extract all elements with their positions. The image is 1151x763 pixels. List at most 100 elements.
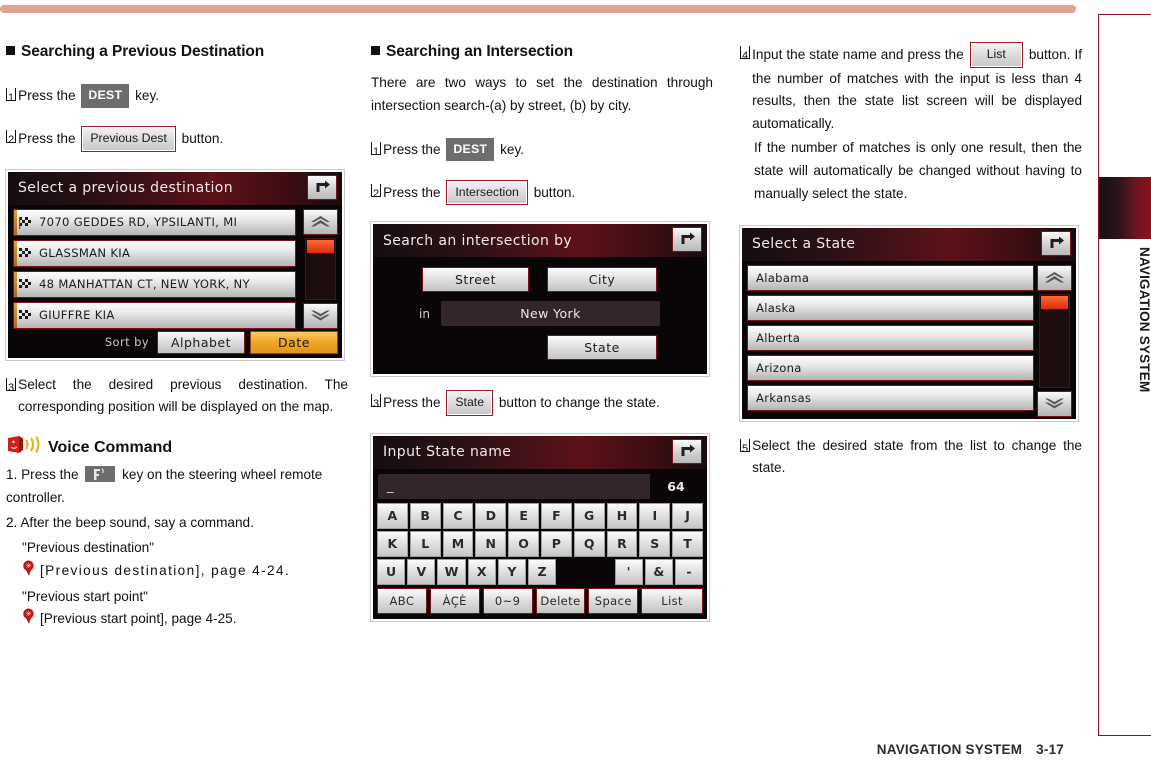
key-k[interactable]: K [377, 530, 408, 557]
key-space[interactable]: Space [588, 587, 639, 614]
voice-command-header: Voice Command [6, 435, 348, 460]
intersection-button-chip[interactable]: Intersection [446, 179, 528, 206]
list-item[interactable]: Arkansas [747, 384, 1034, 411]
screen-body: Street City in New York State [373, 257, 707, 375]
key-m[interactable]: M [442, 530, 474, 557]
key-f[interactable]: F [540, 502, 572, 529]
list-item[interactable]: Alaska [747, 294, 1034, 321]
key-g[interactable]: G [573, 502, 605, 529]
step-text-pre: Press the [18, 130, 76, 146]
state-button-chip[interactable]: State [446, 390, 494, 416]
key-delete[interactable]: Delete [535, 587, 586, 614]
back-arrow-icon[interactable] [1041, 230, 1071, 256]
voice-step-2: 2. After the beep sound, say a command. [6, 514, 254, 530]
scroll-thumb[interactable] [307, 239, 334, 253]
list-scrollbar[interactable] [303, 208, 338, 329]
scroll-thumb[interactable] [1041, 295, 1068, 309]
screen-header: Select a previous destination [8, 171, 342, 205]
key-d[interactable]: D [475, 502, 507, 529]
key-n[interactable]: N [475, 530, 507, 557]
list-item[interactable]: GLASSMAN KIA [13, 239, 296, 267]
key-accent-mode[interactable]: ÀÇÈ [429, 587, 480, 614]
key-y[interactable]: Y [497, 558, 526, 585]
step-number: 1 [371, 141, 382, 158]
key-j[interactable]: J [672, 502, 703, 529]
dest-key-chip[interactable]: DEST [81, 84, 130, 108]
select-state-screen: Select a State Alabama Alaska Alberta Ar… [740, 225, 1078, 421]
key-u[interactable]: U [377, 558, 406, 585]
sort-date-button[interactable]: Date [250, 330, 338, 354]
key-ampersand[interactable]: & [644, 558, 673, 585]
scroll-up-button[interactable] [303, 208, 338, 235]
key-l[interactable]: L [409, 530, 441, 557]
key-c[interactable]: C [442, 502, 474, 529]
key-apostrophe[interactable]: ' [614, 558, 643, 585]
steering-wheel-voice-key-icon[interactable] [85, 466, 116, 483]
step-1-press-dest: 1 Press the DEST key. [371, 137, 713, 162]
key-p[interactable]: P [540, 530, 572, 557]
key-o[interactable]: O [508, 530, 539, 557]
step-text-pre: Input the state name and press the [752, 47, 964, 62]
search-by-street-button[interactable]: Street [422, 267, 529, 293]
key-e[interactable]: E [508, 502, 539, 529]
screen-body: Alabama Alaska Alberta Arizona Arkansas [742, 260, 1076, 419]
list-item-label: Alabama [756, 270, 810, 285]
sort-alphabet-button[interactable]: Alphabet [157, 330, 245, 354]
key-q[interactable]: Q [573, 530, 605, 557]
chevron-down-icon [311, 310, 330, 321]
key-list[interactable]: List [641, 587, 704, 614]
voice-reference-1-text: [Previous destination], page 4-24. [40, 562, 291, 578]
key-v[interactable]: V [407, 558, 436, 585]
scroll-up-button[interactable] [1037, 264, 1072, 291]
key-t[interactable]: T [672, 530, 703, 557]
key-x[interactable]: X [467, 558, 496, 585]
list-item[interactable]: GIUFFRE KIA [13, 301, 296, 329]
bullet-square-icon [6, 46, 15, 55]
list-scrollbar[interactable] [1037, 264, 1072, 417]
key-z[interactable]: Z [527, 558, 557, 585]
key-r[interactable]: R [606, 530, 638, 557]
scroll-track[interactable] [1039, 293, 1070, 388]
key-w[interactable]: W [437, 558, 466, 585]
key-s[interactable]: S [639, 530, 671, 557]
state-name-input[interactable]: _ 64 [378, 473, 702, 499]
list-item[interactable]: Arizona [747, 354, 1034, 381]
list-item-label: 48 MANHATTAN CT, NEW YORK, NY [39, 277, 250, 292]
list-item[interactable]: Alberta [747, 324, 1034, 351]
key-a[interactable]: A [377, 502, 408, 529]
checkered-flag-icon [19, 309, 34, 321]
dest-key-chip[interactable]: DEST [446, 137, 495, 162]
back-arrow-icon[interactable] [307, 174, 337, 200]
in-label: in [419, 307, 430, 322]
back-arrow-icon[interactable] [672, 227, 702, 253]
key-abc-mode[interactable]: ABC [377, 587, 427, 614]
section-heading-previous-destination: Searching a Previous Destination [6, 42, 348, 62]
list-item[interactable]: 48 MANHATTAN CT, NEW YORK, NY [13, 270, 296, 298]
voice-ref-icon: ✳ [22, 608, 36, 630]
step-text-post: button to change the state. [498, 395, 660, 411]
list-button-chip[interactable]: List [969, 42, 1023, 68]
keyboard-function-row: ABC ÀÇÈ 0~9 Delete Space List [377, 587, 704, 614]
previous-dest-button-chip[interactable]: Previous Dest [81, 125, 176, 152]
key-b[interactable]: B [409, 502, 441, 529]
step-text: Press the Intersection button. [383, 179, 713, 206]
step-text: Select the desired state from the list t… [752, 437, 1082, 476]
list-item[interactable]: Alabama [747, 264, 1034, 291]
scroll-track[interactable] [305, 237, 336, 300]
scroll-down-button[interactable] [303, 302, 338, 329]
key-h[interactable]: H [606, 502, 638, 529]
key-hyphen[interactable]: - [674, 558, 704, 585]
key-numeric-mode[interactable]: 0~9 [482, 587, 533, 614]
back-arrow-glyph [681, 444, 695, 456]
search-by-city-button[interactable]: City [547, 267, 657, 293]
voice-step-1: 1. Press the key on the steering wheel r… [6, 464, 348, 510]
step-text: Select the desired previous destination.… [18, 376, 348, 415]
back-arrow-icon[interactable] [672, 438, 702, 464]
list-item[interactable]: 7070 GEDDES RD, YPSILANTI, MI [13, 208, 296, 236]
step-number: 2 [371, 183, 382, 200]
footer-chapter-label: NAVIGATION SYSTEM [876, 742, 1023, 757]
state-button[interactable]: State [547, 335, 657, 361]
key-i[interactable]: I [639, 502, 671, 529]
keyboard-row-2: K L M N O P Q R S T [377, 530, 703, 557]
scroll-down-button[interactable] [1037, 390, 1072, 417]
